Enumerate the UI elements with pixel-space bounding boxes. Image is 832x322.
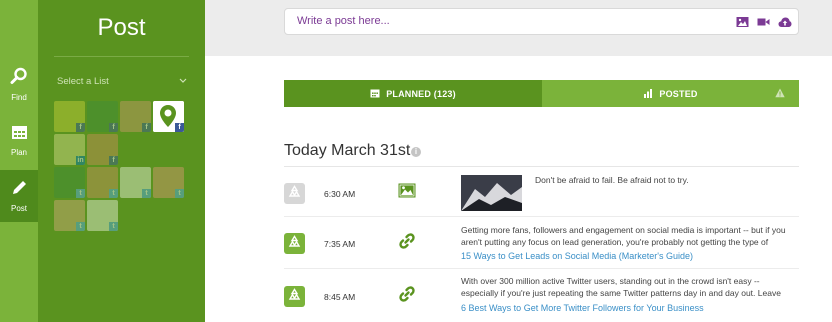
rail-plan[interactable]: Plan [0, 114, 38, 166]
video-icon[interactable] [757, 15, 770, 33]
tab-posted[interactable]: POSTED [542, 80, 799, 107]
rail-find-label: Find [11, 92, 27, 102]
image-icon [398, 183, 416, 203]
avatar[interactable]: t [54, 200, 85, 231]
rail-post[interactable]: Post [0, 170, 38, 222]
post-link[interactable]: 6 Best Ways to Get More Twitter Follower… [461, 303, 704, 313]
compose-placeholder: Write a post here... [297, 15, 390, 27]
recycle-toggle[interactable] [284, 286, 305, 307]
tab-planned-label: PLANNED (123) [386, 88, 456, 99]
avatar[interactable]: in [54, 134, 85, 165]
post-thumbnail[interactable] [461, 175, 522, 211]
scheduled-post-row[interactable]: 8:45 AM With over 300 million active Twi… [284, 269, 799, 322]
post-time: 7:35 AM [324, 239, 356, 249]
post-time: 8:45 AM [324, 292, 356, 302]
schedule-tabs: PLANNED (123) POSTED [284, 80, 799, 107]
scheduled-post-row[interactable]: 7:35 AM Getting more fans, followers and… [284, 217, 799, 269]
day-title: Today March 31st [284, 142, 411, 159]
avatar[interactable]: f [87, 101, 118, 132]
avatar[interactable]: t [54, 167, 85, 198]
select-list-label: Select a List [57, 76, 109, 87]
post-text: Getting more fans, followers and engagem… [461, 225, 786, 247]
select-list-dropdown[interactable]: Select a List [57, 76, 187, 90]
panel-title: Post [97, 14, 146, 41]
avatar[interactable]: t [120, 167, 151, 198]
link-icon [398, 232, 416, 255]
calendar-icon [11, 123, 28, 145]
link-icon [398, 285, 416, 308]
avatar[interactable]: t [87, 167, 118, 198]
bar-chart-icon [643, 88, 653, 100]
compose-actions [736, 15, 792, 33]
post-text: Don't be afraid to fail. Be afraid not t… [535, 175, 689, 185]
tab-posted-label: POSTED [659, 88, 698, 99]
avatar[interactable]: f [54, 101, 85, 132]
image-icon[interactable] [736, 15, 749, 33]
tab-planned[interactable]: PLANNED (123) [284, 80, 542, 107]
compose-input[interactable]: Write a post here... [284, 8, 799, 35]
rail-plan-label: Plan [10, 148, 27, 157]
post-text: With over 300 million active Twitter use… [461, 276, 781, 298]
rail-post-label: Post [10, 204, 27, 213]
chevron-down-icon [179, 76, 187, 87]
recycle-toggle[interactable] [284, 183, 305, 204]
left-rail: Find Plan Post [0, 0, 38, 322]
avatar[interactable]: f [87, 134, 118, 165]
calendar-icon [370, 88, 380, 100]
info-icon[interactable]: i [411, 147, 421, 157]
pencil-icon [11, 179, 28, 201]
upload-cloud-icon[interactable] [778, 15, 792, 33]
recycle-icon [288, 234, 301, 253]
panel-divider [54, 56, 189, 57]
recycle-toggle[interactable] [284, 233, 305, 254]
post-link[interactable]: 15 Ways to Get Leads on Social Media (Ma… [461, 251, 693, 261]
recycle-icon [288, 184, 301, 203]
post-time: 6:30 AM [324, 189, 356, 199]
post-panel: Post Select a List f f f f in f t t t t [38, 0, 205, 322]
rail-find[interactable]: Find [0, 58, 38, 110]
recycle-icon [288, 287, 301, 306]
warning-icon[interactable] [775, 88, 785, 100]
scheduled-post-row[interactable]: 6:30 AM Don't be afraid to fail. Be afra… [284, 167, 799, 217]
avatar[interactable]: t [153, 167, 184, 198]
avatar[interactable]: t [87, 200, 118, 231]
avatar-selected[interactable]: f [153, 101, 184, 132]
avatar[interactable]: f [120, 101, 151, 132]
search-icon [10, 67, 28, 90]
